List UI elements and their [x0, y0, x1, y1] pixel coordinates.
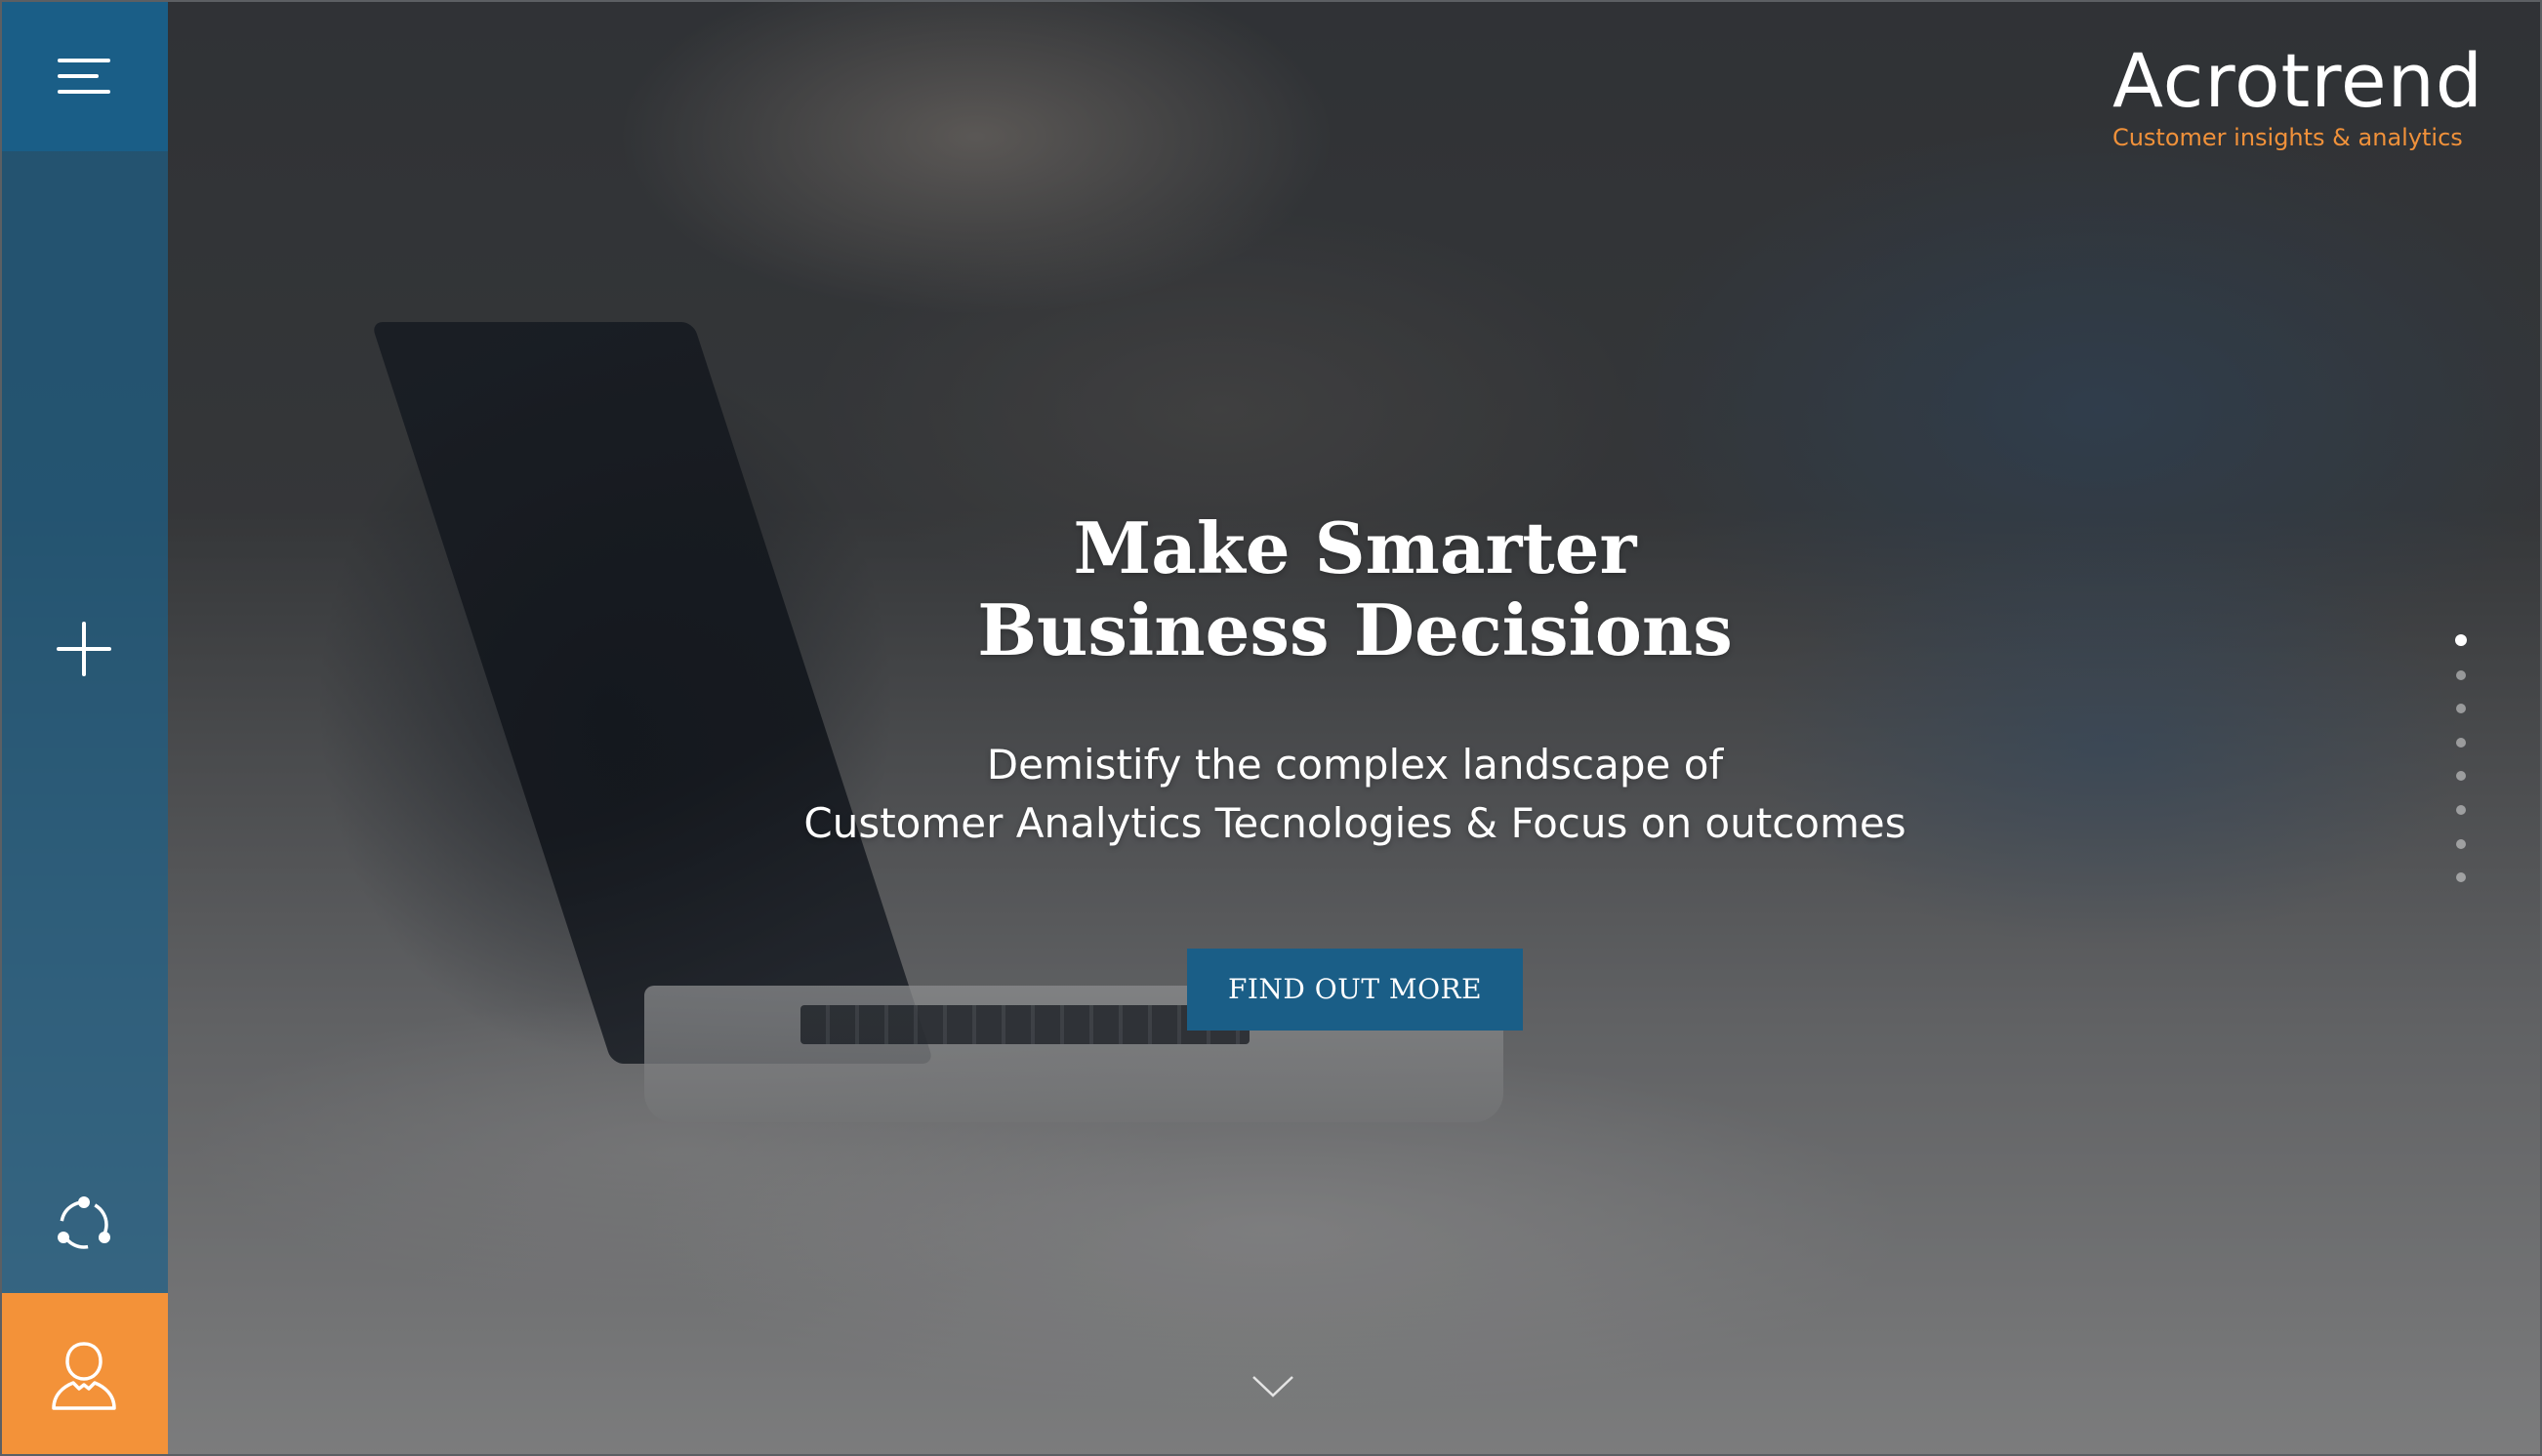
hero-title-line-1: Make Smarter [1073, 506, 1637, 589]
menu-button[interactable] [0, 0, 168, 151]
hero-subtitle-line-2: Customer Analytics Tecnologies & Focus o… [803, 799, 1906, 847]
share-button[interactable] [0, 1161, 168, 1288]
logo-name: Acrotrend [2112, 37, 2483, 124]
find-out-more-button[interactable]: FIND OUT MORE [1187, 949, 1523, 1031]
hero-subtitle: Demistify the complex landscape of Custo… [168, 736, 2542, 853]
slide-pagination [2454, 634, 2468, 907]
brand-logo[interactable]: Acrotrend Customer insights & analytics [2112, 41, 2483, 152]
pagination-dot[interactable] [2456, 838, 2466, 849]
pagination-dot[interactable] [2456, 737, 2466, 748]
scroll-down-button[interactable] [1251, 1374, 1294, 1399]
add-button[interactable] [0, 586, 168, 712]
hero-title-line-2: Business Decisions [977, 588, 1733, 671]
plus-icon [57, 622, 111, 676]
hero-subtitle-line-1: Demistify the complex landscape of [986, 741, 1724, 789]
pagination-dot[interactable] [2455, 634, 2467, 646]
logo-tagline: Customer insights & analytics [2112, 124, 2463, 151]
pagination-dot[interactable] [2456, 804, 2466, 815]
hero-title: Make Smarter Business Decisions [168, 507, 2542, 671]
pagination-dot[interactable] [2456, 669, 2466, 680]
page: Acrotrend Customer insights & analytics … [0, 0, 2542, 1456]
pagination-dot[interactable] [2456, 704, 2466, 714]
pagination-dot[interactable] [2456, 872, 2466, 883]
hero-section: Make Smarter Business Decisions Demistif… [168, 507, 2542, 1031]
pagination-dot[interactable] [2456, 771, 2466, 782]
user-icon [52, 1341, 116, 1410]
sidebar-panel [0, 151, 168, 1293]
user-account-button[interactable] [0, 1293, 168, 1456]
chevron-down-icon [1252, 1376, 1293, 1397]
hamburger-menu-icon [58, 58, 110, 94]
network-share-icon [58, 1196, 110, 1249]
sidebar [0, 0, 168, 1456]
